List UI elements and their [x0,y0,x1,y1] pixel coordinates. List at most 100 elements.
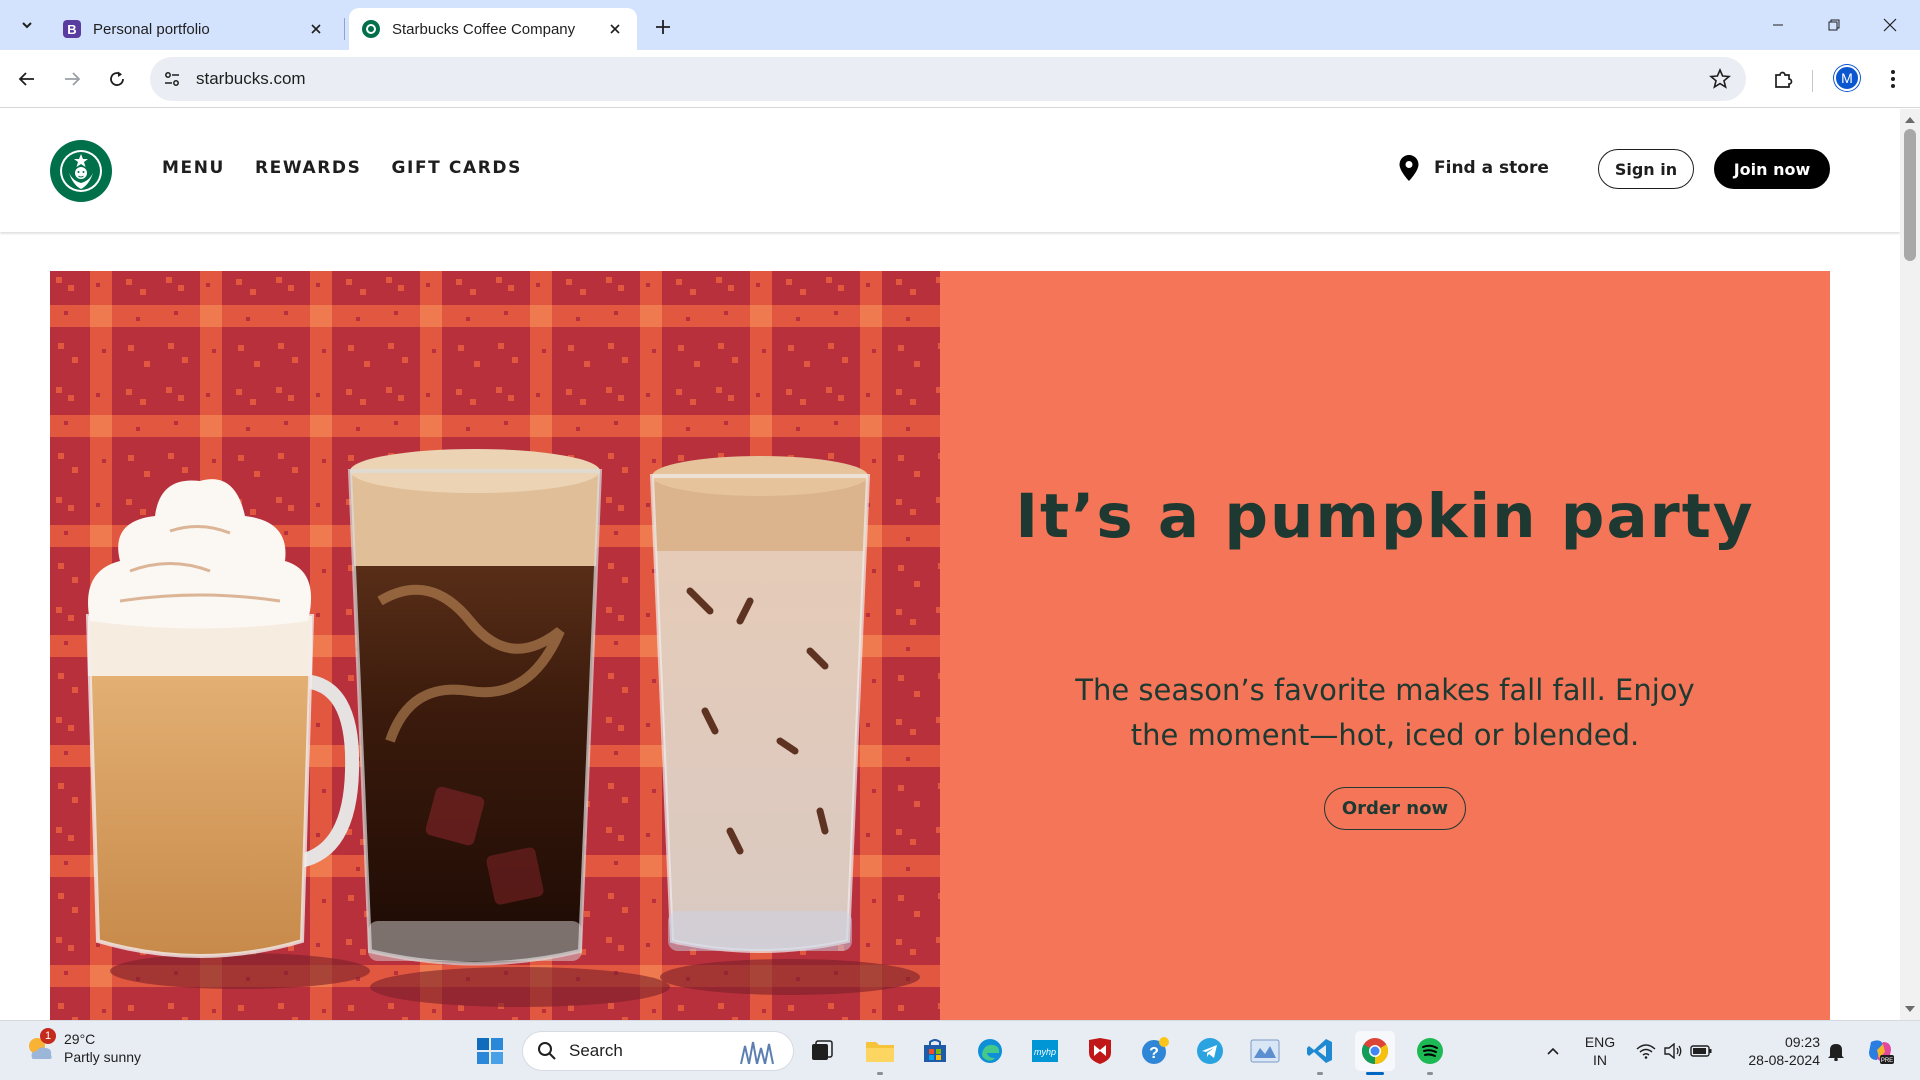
file-explorer-button[interactable] [860,1031,900,1075]
copilot-button[interactable]: PRE [1862,1031,1898,1071]
profile-avatar[interactable]: M [1834,65,1860,91]
vscode-icon [1307,1039,1332,1063]
get-help-button[interactable]: ? [1135,1031,1175,1071]
spotify-icon [1417,1038,1443,1064]
url-text: starbucks.com [196,69,306,88]
back-button[interactable] [10,62,44,96]
weather-desc: Partly sunny [64,1049,142,1065]
sign-in-button[interactable]: Sign in [1598,149,1694,189]
language-code: ENG [1584,1034,1616,1050]
drinks-illustration [50,271,940,1020]
weather-alert-badge: 1 [40,1028,56,1044]
folder-icon [866,1042,894,1062]
edge-button[interactable] [970,1031,1010,1071]
taskbar-search[interactable]: Search [522,1031,794,1071]
restore-button[interactable] [1806,0,1862,50]
bookmark-star-icon[interactable] [1708,67,1732,91]
weather-temp: 29°C [64,1031,96,1047]
starbucks-logo[interactable] [49,139,113,203]
hero-title: It’s a pumpkin party [1015,481,1755,552]
quick-settings-button[interactable] [1634,1031,1714,1071]
tab-personal-portfolio[interactable]: B Personal portfolio [50,8,338,50]
region-code: IN [1593,1052,1607,1068]
nav-menu[interactable]: MENU [162,158,225,178]
tab-title: Personal portfolio [93,20,210,38]
browser-menu-button[interactable] [1878,62,1908,96]
close-icon[interactable] [306,19,326,39]
arrow-right-icon [65,72,81,86]
minimize-button[interactable] [1750,0,1806,50]
scroll-up-arrow-icon[interactable] [1905,117,1915,123]
chrome-icon [1361,1038,1389,1065]
telegram-icon [1197,1038,1223,1064]
telegram-button[interactable] [1190,1031,1230,1071]
copilot-icon: PRE [1869,1040,1894,1064]
hp-app-button[interactable]: myhp [1025,1031,1065,1071]
pumpkin-drinks-image [50,271,940,1020]
clock-time: 09:23 [1784,1034,1820,1050]
system-clock[interactable]: 09:23 28-08-2024 [1730,1033,1820,1069]
spotify-button[interactable] [1410,1031,1450,1075]
reload-button[interactable] [100,62,134,96]
find-store-link[interactable]: Find a store [1398,154,1549,182]
svg-text:myhp: myhp [1034,1047,1056,1057]
scrollbar-thumb[interactable] [1904,129,1916,261]
forward-button[interactable] [55,62,89,96]
mcafee-shield-icon [1089,1038,1111,1064]
page-scrollbar[interactable] [1900,109,1920,1020]
chevron-down-icon [22,22,32,29]
partly-sunny-icon: 1 [24,1028,56,1064]
vscode-button[interactable] [1300,1031,1340,1075]
hero-copy: It’s a pumpkin party The season’s favori… [940,271,1830,1020]
site-info-icon[interactable] [156,63,188,95]
show-hidden-icons-button[interactable] [1538,1031,1568,1071]
edge-icon [978,1039,1002,1063]
find-store-label: Find a store [1434,158,1549,178]
chrome-button[interactable] [1355,1031,1395,1075]
weather-widget[interactable]: 1 29°C Partly sunny [24,1028,142,1066]
new-tab-button[interactable] [648,12,678,42]
minimize-icon [1773,24,1783,26]
scroll-down-arrow-icon[interactable] [1905,1006,1915,1012]
browser-tab-bar: B Personal portfolio Starbucks Coffee Co… [0,0,1920,50]
nav-rewards[interactable]: REWARDS [255,158,362,178]
arrow-left-icon [18,72,34,86]
active-indicator [1366,1072,1384,1075]
start-button[interactable] [470,1031,510,1071]
starbucks-icon [362,20,380,38]
chart-app-icon [1250,1039,1280,1063]
close-icon[interactable] [605,19,625,39]
tab-starbucks[interactable]: Starbucks Coffee Company [349,8,637,50]
join-now-button[interactable]: Join now [1714,149,1830,189]
windows-taskbar: 1 29°C Partly sunny Search myhp ? ENG IN… [0,1020,1920,1080]
extensions-button[interactable] [1766,62,1800,96]
plus-icon [656,20,670,34]
site-header: MENU REWARDS GIFT CARDS Find a store Sig… [0,109,1900,232]
help-icon: ? [1142,1037,1169,1064]
order-now-button[interactable]: Order now [1324,787,1466,830]
bell-icon [1828,1044,1844,1061]
microsoft-store-button[interactable] [915,1031,955,1071]
windows-logo-icon [477,1038,503,1064]
search-label: Search [569,1041,623,1060]
bootstrap-icon: B [63,20,81,38]
photos-button[interactable] [1245,1031,1285,1071]
svg-text:B: B [67,22,76,37]
language-indicator[interactable]: ENG IN [1582,1033,1618,1069]
address-bar[interactable]: starbucks.com [150,57,1746,101]
browser-toolbar: starbucks.com M [0,50,1920,108]
svg-text:PRE: PRE [1881,1058,1893,1064]
battery-icon [1690,1045,1712,1057]
puzzle-icon [1775,71,1793,88]
task-view-button[interactable] [802,1031,842,1071]
nav-gift-cards[interactable]: GIFT CARDS [391,158,521,178]
mcafee-button[interactable] [1080,1031,1120,1071]
running-indicator [1427,1072,1433,1075]
volume-icon [1664,1043,1682,1059]
running-indicator [877,1072,883,1075]
notifications-button[interactable] [1824,1031,1848,1071]
tab-search-button[interactable] [10,8,44,42]
location-pin-icon [1399,155,1419,181]
close-window-button[interactable] [1862,0,1918,50]
kebab-menu-icon [1891,70,1895,88]
